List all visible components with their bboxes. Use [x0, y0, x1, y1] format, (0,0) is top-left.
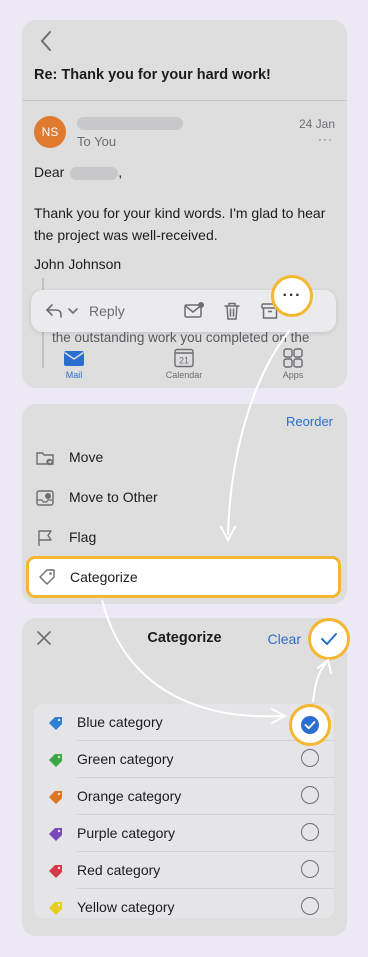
tag-yellow-icon: [49, 902, 62, 915]
list-item-orange[interactable]: Orange category: [34, 778, 334, 815]
folder-move-icon: [36, 452, 54, 466]
radio-unchecked[interactable]: [301, 897, 319, 915]
more-options-button[interactable]: ···: [271, 275, 313, 317]
mark-unread-icon[interactable]: [183, 300, 205, 322]
radio-unchecked[interactable]: [301, 749, 319, 767]
list-item-purple[interactable]: Purple category: [34, 815, 334, 852]
greeting-comma: ,: [118, 164, 123, 180]
tab-mail[interactable]: Mail: [44, 348, 104, 380]
calendar-day-number: 21: [179, 356, 189, 366]
back-arrow-icon[interactable]: [34, 28, 60, 54]
chevron-down-icon: [68, 308, 78, 315]
reply-label: Reply: [89, 303, 125, 319]
tag-icon: [39, 569, 55, 585]
radio-checked[interactable]: [289, 704, 331, 746]
clear-button[interactable]: Clear: [268, 631, 301, 647]
category-list: Blue category Green category Orange cate…: [34, 704, 334, 918]
body-line-2: the project was well-received.: [34, 227, 218, 243]
reorder-button[interactable]: Reorder: [286, 414, 333, 429]
tag-green-icon: [49, 754, 62, 767]
message-more-icon[interactable]: ···: [318, 132, 333, 146]
flag-icon: [38, 530, 52, 546]
category-label: Purple category: [77, 825, 176, 841]
menu-label: Categorize: [70, 569, 138, 585]
categorize-sheet: Categorize Clear Blue category Green cat…: [22, 618, 347, 936]
tab-label: Calendar: [165, 370, 203, 380]
menu-item-move-to-other[interactable]: Move to Other: [22, 478, 347, 518]
list-item-yellow[interactable]: Yellow category: [34, 889, 334, 926]
avatar[interactable]: NS: [34, 116, 66, 148]
category-label: Green category: [77, 751, 174, 767]
category-label: Blue category: [77, 714, 163, 730]
category-label: Orange category: [77, 788, 182, 804]
radio-unchecked[interactable]: [301, 786, 319, 804]
menu-item-move[interactable]: Move: [22, 438, 347, 478]
tab-apps[interactable]: Apps: [263, 348, 323, 380]
reply-arrow-icon: [45, 304, 62, 318]
menu-label: Move to Other: [69, 489, 158, 505]
greeting-word: Dear: [34, 164, 65, 180]
divider: [22, 100, 347, 101]
body-line-1: Thank you for your kind words. I'm glad …: [34, 205, 326, 221]
menu-label: Move: [69, 449, 104, 465]
radio-unchecked[interactable]: [301, 860, 319, 878]
checkmark-icon: [321, 633, 337, 645]
bottom-tab-bar: Mail 21 Calendar Apps: [22, 342, 347, 388]
move-to-other-icon: [36, 490, 54, 506]
list-item-green[interactable]: Green category: [34, 741, 334, 778]
menu-label: Flag: [69, 529, 97, 545]
redacted-sender-name: [77, 117, 183, 130]
delete-icon[interactable]: [221, 300, 243, 322]
recipient-label[interactable]: To You: [77, 134, 116, 149]
tab-label: Mail: [65, 370, 83, 380]
menu-item-categorize[interactable]: Categorize: [26, 556, 341, 598]
radio-unchecked[interactable]: [301, 823, 319, 841]
list-item-red[interactable]: Red category: [34, 852, 334, 889]
redacted-name: [70, 166, 119, 180]
signature: John Johnson: [34, 256, 122, 272]
category-label: Yellow category: [77, 899, 175, 915]
reply-button[interactable]: Reply: [45, 301, 125, 321]
menu-item-flag[interactable]: Flag: [22, 518, 347, 558]
tag-red-icon: [49, 865, 62, 878]
email-subject: Re: Thank you for your hard work!: [34, 67, 271, 83]
tag-purple-icon: [49, 828, 62, 841]
confirm-button[interactable]: [308, 618, 350, 660]
checked-circle-icon: [301, 716, 319, 734]
tab-calendar[interactable]: 21 Calendar: [154, 348, 214, 380]
category-label: Red category: [77, 862, 161, 878]
tag-orange-icon: [49, 791, 62, 804]
email-panel: Re: Thank you for your hard work! NS To …: [22, 20, 347, 388]
tab-label: Apps: [282, 370, 304, 380]
tag-blue-icon: [49, 717, 62, 730]
email-date: 24 Jan: [298, 117, 335, 131]
body-paragraph: Thank you for your kind words. I'm glad …: [34, 202, 339, 246]
mail-icon: [64, 351, 84, 366]
greeting: Dear ,: [34, 161, 122, 183]
apps-icon: [283, 348, 303, 368]
calendar-icon: 21: [174, 348, 194, 368]
